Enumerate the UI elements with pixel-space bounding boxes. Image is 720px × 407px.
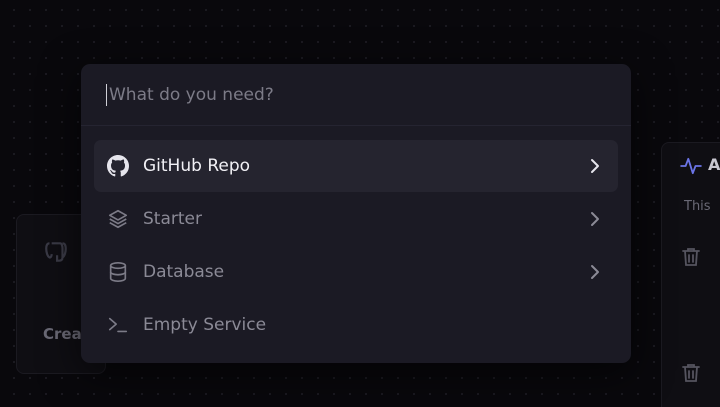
command-item-label: Starter xyxy=(143,209,202,229)
trash-icon[interactable] xyxy=(682,363,700,383)
command-item-database[interactable]: Database xyxy=(94,246,618,298)
pulse-activity-icon xyxy=(680,157,702,175)
command-item-github-repo[interactable]: GitHub Repo xyxy=(94,140,618,192)
chevron-right-icon xyxy=(591,265,599,279)
command-item-label: Database xyxy=(143,262,225,282)
search-row xyxy=(81,64,631,126)
trash-icon[interactable] xyxy=(682,247,700,267)
card-title: A xyxy=(708,155,720,174)
card-description: This xyxy=(684,199,711,214)
command-item-label: GitHub Repo xyxy=(143,156,251,176)
chevron-right-icon xyxy=(591,159,599,173)
background-activity-card[interactable]: A This xyxy=(661,142,720,407)
command-palette: GitHub Repo Starter xyxy=(81,64,631,363)
search-input[interactable] xyxy=(106,83,586,106)
command-item-empty-service[interactable]: Empty Service xyxy=(94,299,618,351)
command-item-label: Empty Service xyxy=(143,315,267,335)
command-list: GitHub Repo Starter Database Empty Servi… xyxy=(81,126,631,351)
terminal-icon xyxy=(106,313,130,337)
postgres-elephant-icon xyxy=(45,242,67,262)
github-icon xyxy=(106,154,130,178)
chevron-right-icon xyxy=(591,212,599,226)
database-icon xyxy=(106,260,130,284)
card-text: Crea xyxy=(43,325,82,343)
layers-icon xyxy=(106,207,130,231)
command-item-starter[interactable]: Starter xyxy=(94,193,618,245)
